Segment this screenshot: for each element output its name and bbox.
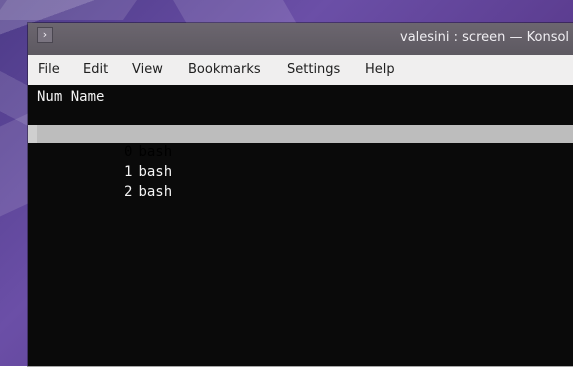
menu-edit[interactable]: Edit: [83, 62, 108, 78]
chevron-right-icon: ›: [42, 28, 48, 41]
wallpaper-shard: [173, 0, 297, 24]
wallpaper-shard: [0, 113, 28, 217]
selection-marker: [28, 125, 37, 143]
menu-file[interactable]: File: [38, 62, 60, 78]
konsole-window: › valesini : screen — Konsol File Edit V…: [28, 23, 573, 366]
menubar: File Edit View Bookmarks Settings Help: [28, 55, 573, 85]
menu-settings[interactable]: Settings: [287, 62, 340, 78]
window-list-header: Num Name: [37, 89, 105, 105]
window-list-row[interactable]: 1 bash: [37, 145, 172, 180]
menu-bookmarks[interactable]: Bookmarks: [188, 62, 261, 78]
window-number: 2: [124, 184, 133, 200]
wallpaper-shard: [0, 0, 138, 20]
window-list-row[interactable]: 2 bash: [37, 165, 172, 200]
window-title: valesini : screen — Konsol: [400, 30, 570, 45]
terminal-view[interactable]: Num Name 0 bash 1 bash 2 bash: [28, 85, 573, 366]
screen: › valesini : screen — Konsol File Edit V…: [0, 0, 573, 371]
window-list-row[interactable]: 0 bash: [37, 125, 573, 160]
menu-view[interactable]: View: [132, 62, 163, 78]
window-menu-button[interactable]: ›: [37, 27, 53, 43]
window-titlebar[interactable]: › valesini : screen — Konsol: [28, 23, 573, 55]
menu-help[interactable]: Help: [365, 62, 395, 78]
window-name: bash: [138, 184, 173, 200]
